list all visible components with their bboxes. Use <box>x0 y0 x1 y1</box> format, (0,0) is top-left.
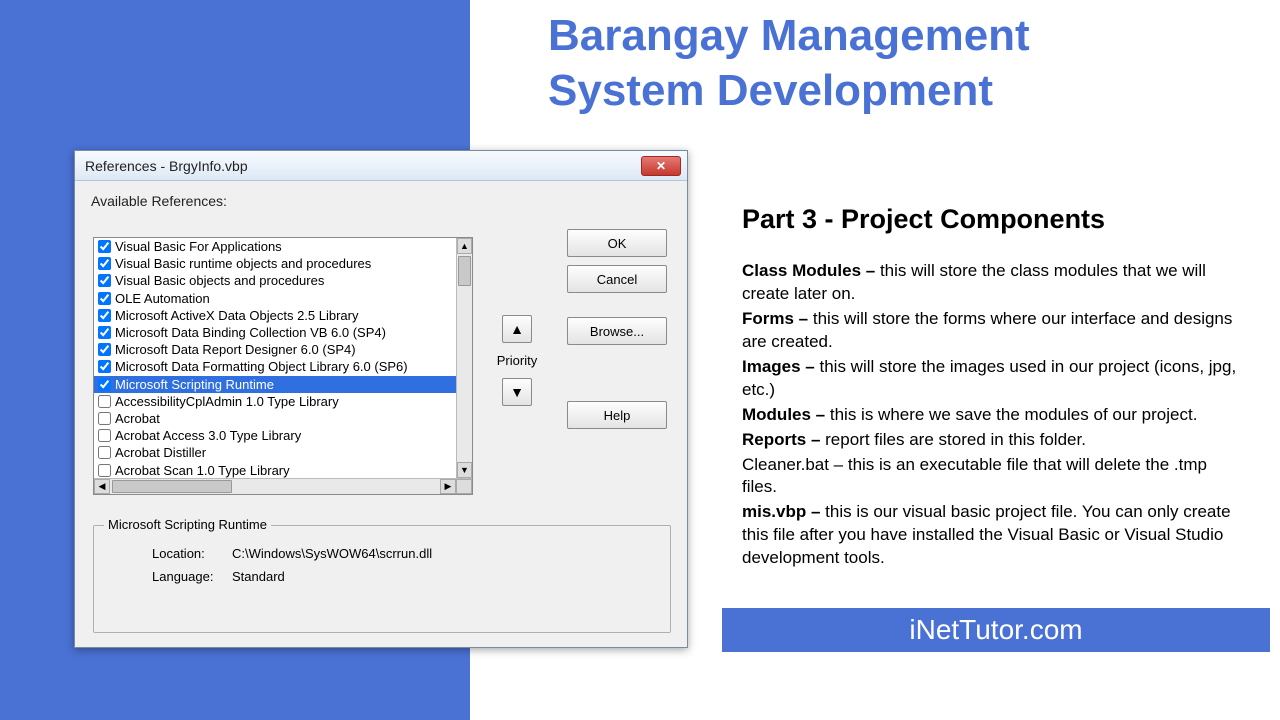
reference-checkbox[interactable] <box>98 446 111 459</box>
browse-button[interactable]: Browse... <box>567 317 667 345</box>
reference-item[interactable]: Microsoft Data Binding Collection VB 6.0… <box>94 324 456 341</box>
location-label: Location: <box>152 546 232 561</box>
hscroll-thumb[interactable] <box>112 480 232 493</box>
content-item: mis.vbp – this is our visual basic proje… <box>742 501 1242 570</box>
content-item: Modules – this is where we save the modu… <box>742 404 1242 427</box>
content-item: Cleaner.bat – this is an executable file… <box>742 454 1242 500</box>
reference-label: Microsoft Data Report Designer 6.0 (SP4) <box>115 342 356 357</box>
content-item-label: Class Modules – <box>742 261 880 280</box>
available-references-label: Available References: <box>91 193 671 209</box>
reference-checkbox[interactable] <box>98 292 111 305</box>
reference-label: Acrobat <box>115 411 160 426</box>
content-item-text: report files are stored in this folder. <box>825 430 1086 449</box>
reference-item[interactable]: OLE Automation <box>94 290 456 307</box>
title-line-2: System Development <box>548 66 993 115</box>
cancel-button[interactable]: Cancel <box>567 265 667 293</box>
content-item-text: this will store the forms where our inte… <box>742 309 1232 351</box>
reference-item[interactable]: Microsoft ActiveX Data Objects 2.5 Libra… <box>94 307 456 324</box>
priority-controls: ▲ Priority ▼ <box>493 315 541 406</box>
vertical-scrollbar[interactable]: ▲ ▼ <box>456 238 472 478</box>
reference-item[interactable]: Visual Basic runtime objects and procedu… <box>94 255 456 272</box>
content-item-label: Forms – <box>742 309 813 328</box>
title-line-1: Barangay Management <box>548 11 1030 60</box>
language-label: Language: <box>152 569 232 584</box>
close-button[interactable]: ✕ <box>641 156 681 176</box>
reference-details-groupbox: Microsoft Scripting Runtime Location: C:… <box>93 525 671 633</box>
language-value: Standard <box>232 569 285 584</box>
reference-item[interactable]: Microsoft Data Report Designer 6.0 (SP4) <box>94 341 456 358</box>
reference-label: Microsoft Data Binding Collection VB 6.0… <box>115 325 386 340</box>
reference-checkbox[interactable] <box>98 412 111 425</box>
footer-bar: iNetTutor.com <box>722 608 1270 652</box>
reference-checkbox[interactable] <box>98 360 111 373</box>
reference-item[interactable]: Acrobat <box>94 410 456 427</box>
dialog-titlebar[interactable]: References - BrgyInfo.vbp ✕ <box>75 151 687 181</box>
dialog-title: References - BrgyInfo.vbp <box>81 158 641 174</box>
scroll-right-icon[interactable]: ▶ <box>440 479 456 494</box>
reference-label: AccessibilityCplAdmin 1.0 Type Library <box>115 394 339 409</box>
scroll-left-icon[interactable]: ◀ <box>94 479 110 494</box>
vscroll-thumb[interactable] <box>458 256 471 286</box>
content-item-label: mis.vbp – <box>742 502 825 521</box>
content-item: Images – this will store the images used… <box>742 356 1242 402</box>
priority-up-button[interactable]: ▲ <box>502 315 532 343</box>
content-item-text: this is where we save the modules of our… <box>830 405 1198 424</box>
content-item-label: Modules – <box>742 405 830 424</box>
reference-label: Acrobat Scan 1.0 Type Library <box>115 463 290 478</box>
reference-label: Acrobat Distiller <box>115 445 206 460</box>
priority-label: Priority <box>493 353 541 368</box>
references-listbox[interactable]: Visual Basic For Applications Visual Basi… <box>94 238 456 478</box>
reference-checkbox[interactable] <box>98 378 111 391</box>
horizontal-scrollbar[interactable]: ◀ ▶ <box>94 478 472 494</box>
footer-text: iNetTutor.com <box>909 614 1082 646</box>
content-item: Reports – report files are stored in thi… <box>742 429 1242 452</box>
help-button[interactable]: Help <box>567 401 667 429</box>
reference-checkbox[interactable] <box>98 343 111 356</box>
reference-label: Acrobat Access 3.0 Type Library <box>115 428 301 443</box>
priority-down-button[interactable]: ▼ <box>502 378 532 406</box>
reference-label: Microsoft Scripting Runtime <box>115 377 274 392</box>
reference-label: Visual Basic For Applications <box>115 239 282 254</box>
reference-item[interactable]: Microsoft Scripting Runtime <box>94 376 456 393</box>
scroll-corner <box>456 479 472 494</box>
reference-item[interactable]: Acrobat Access 3.0 Type Library <box>94 427 456 444</box>
reference-checkbox[interactable] <box>98 309 111 322</box>
reference-item[interactable]: Visual Basic objects and procedures <box>94 272 456 289</box>
reference-label: Microsoft ActiveX Data Objects 2.5 Libra… <box>115 308 358 323</box>
reference-item[interactable]: Visual Basic For Applications <box>94 238 456 255</box>
dialog-buttons: OK Cancel Browse... Help <box>567 229 667 437</box>
reference-checkbox[interactable] <box>98 257 111 270</box>
reference-label: Microsoft Data Formatting Object Library… <box>115 359 408 374</box>
content-item: Class Modules – this will store the clas… <box>742 260 1242 306</box>
reference-label: Visual Basic runtime objects and procedu… <box>115 256 371 271</box>
references-list-frame: Visual Basic For Applications Visual Basi… <box>93 237 473 495</box>
references-dialog: References - BrgyInfo.vbp ✕ Available Re… <box>74 150 688 648</box>
content-item: Forms – this will store the forms where … <box>742 308 1242 354</box>
slide-subtitle: Part 3 - Project Components <box>742 204 1262 235</box>
groupbox-title: Microsoft Scripting Runtime <box>104 517 271 532</box>
slide-title: Barangay Management System Development <box>548 8 1248 118</box>
content-item-label: Reports – <box>742 430 825 449</box>
reference-label: Visual Basic objects and procedures <box>115 273 324 288</box>
reference-checkbox[interactable] <box>98 240 111 253</box>
content-item-label: Images – <box>742 357 820 376</box>
reference-item[interactable]: Acrobat Distiller <box>94 444 456 461</box>
scroll-down-icon[interactable]: ▼ <box>457 462 472 478</box>
reference-checkbox[interactable] <box>98 274 111 287</box>
reference-item[interactable]: Acrobat Scan 1.0 Type Library <box>94 461 456 478</box>
reference-item[interactable]: Microsoft Data Formatting Object Library… <box>94 358 456 375</box>
reference-checkbox[interactable] <box>98 395 111 408</box>
reference-item[interactable]: AccessibilityCplAdmin 1.0 Type Library <box>94 393 456 410</box>
close-icon: ✕ <box>656 159 666 173</box>
scroll-up-icon[interactable]: ▲ <box>457 238 472 254</box>
reference-checkbox[interactable] <box>98 464 111 477</box>
reference-checkbox[interactable] <box>98 326 111 339</box>
reference-checkbox[interactable] <box>98 429 111 442</box>
location-value: C:\Windows\SysWOW64\scrrun.dll <box>232 546 432 561</box>
content-item-text: Cleaner.bat – this is an executable file… <box>742 455 1207 497</box>
ok-button[interactable]: OK <box>567 229 667 257</box>
reference-label: OLE Automation <box>115 291 210 306</box>
content-body: Class Modules – this will store the clas… <box>742 260 1242 572</box>
